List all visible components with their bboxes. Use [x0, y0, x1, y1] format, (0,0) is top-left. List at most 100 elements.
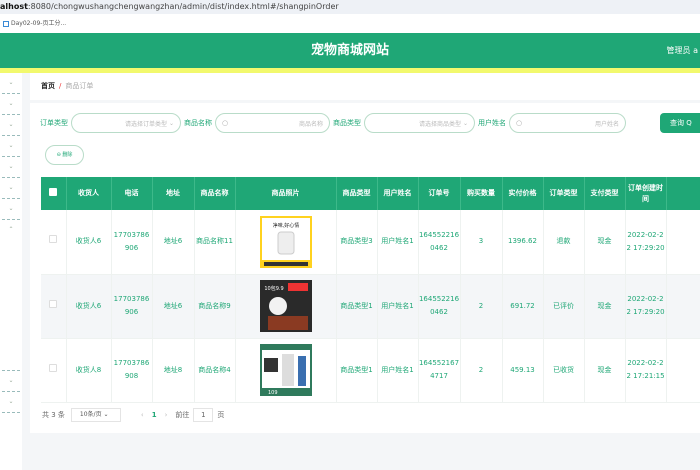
cell-created: 2022-02-22 17:29:20	[625, 210, 667, 275]
chevron-down-icon[interactable]: ⌄	[0, 392, 22, 412]
chevron-down-icon[interactable]: ⌄	[0, 136, 22, 156]
bookmarks-bar: Day02-09-页工分...	[0, 14, 700, 33]
chevron-down-icon[interactable]: ⌄	[0, 94, 22, 114]
chevron-down-icon: ⌄	[103, 411, 109, 418]
page-size-select[interactable]: 10条/页 ⌄	[70, 408, 121, 422]
cell-address: 地址8	[152, 338, 195, 403]
chevron-down-icon[interactable]: ⌄	[0, 178, 22, 198]
cell-phone: 17703786906	[111, 210, 153, 275]
app-header: 宠物商城网站 管理员 a	[0, 33, 700, 68]
table-row[interactable]: 收货人6 17703786906 地址6 商品名称9 10包9.9 商品类型1 用户姓名1 1…	[41, 274, 700, 339]
query-label: 查询	[670, 119, 684, 127]
row-checkbox-cell[interactable]	[41, 210, 67, 275]
goto-page-input[interactable]: 1	[193, 408, 214, 422]
product-name-placeholder: 商品名称	[298, 120, 323, 128]
table-header-row: 收货人 电话 地址 商品名称 商品照片 商品类型 用户姓名 订单号 购买数量 实…	[41, 177, 700, 210]
page-unit-label: 页	[217, 411, 225, 419]
cell-user-name: 用户姓名1	[377, 210, 419, 275]
column-header: 实付价格	[502, 177, 544, 210]
product-name-label: 商品名称	[184, 119, 212, 127]
total-count: 共 3 条	[42, 411, 65, 419]
chevron-down-icon: ⌄	[462, 119, 468, 127]
column-header: 地址	[152, 177, 195, 210]
cell-product-name: 商品名称9	[194, 274, 236, 339]
cell-address: 地址6	[152, 210, 195, 275]
prev-page-icon[interactable]: ‹	[141, 411, 144, 419]
address-bar[interactable]: alhost:8080/chongwushangchengwangzhan/ad…	[0, 0, 700, 14]
search-form: 订单类型 请选择订单类型 ⌄ 商品名称 ○ 商品名称 商品类型 请选择商品类型 ⌄…	[40, 113, 629, 133]
chevron-up-icon[interactable]: ⌃	[0, 220, 22, 240]
photo-caption: 109	[268, 390, 278, 396]
column-header-actions	[666, 177, 700, 210]
table-row[interactable]: 收货人6 17703786906 地址6 商品名称11 净味,好心情 商品类型3 用户姓名1…	[41, 210, 700, 275]
cell-pay-type: 现金	[584, 274, 626, 339]
column-header: 用户姓名	[377, 177, 419, 210]
delete-button[interactable]: ⊖ 删除	[45, 145, 84, 165]
order-type-placeholder: 请选择订单类型	[125, 120, 168, 128]
row-checkbox[interactable]	[49, 299, 58, 308]
cell-order-no: 1645522160462	[418, 210, 461, 275]
cell-price: 459.13	[502, 338, 544, 403]
search-icon: Q	[686, 119, 692, 127]
chevron-down-icon[interactable]: ⌄	[0, 115, 22, 135]
row-checkbox-cell[interactable]	[41, 338, 67, 403]
user-name-input[interactable]: ○ 用户姓名	[509, 113, 626, 133]
column-header: 商品类型	[336, 177, 378, 210]
column-header: 订单号	[418, 177, 461, 210]
delete-icon: ⊖	[56, 152, 61, 158]
breadcrumb: 首页 / 商品订单	[30, 73, 700, 100]
chevron-down-icon[interactable]: ⌄	[0, 199, 22, 219]
delete-label: 删除	[62, 152, 73, 158]
breadcrumb-current: 商品订单	[65, 82, 94, 90]
chevron-down-icon[interactable]: ⌄	[0, 73, 22, 93]
row-actions-cell	[666, 338, 700, 403]
cell-photo: 10包9.9	[235, 274, 337, 339]
product-name-input[interactable]: ○ 商品名称	[215, 113, 330, 133]
column-header: 商品照片	[235, 177, 337, 210]
user-menu[interactable]: 管理员 a	[667, 33, 700, 68]
page-number[interactable]: 1	[152, 411, 157, 419]
cell-price: 691.72	[502, 274, 544, 339]
cell-order-type: 已评价	[543, 274, 585, 339]
cell-product-name: 商品名称4	[194, 338, 236, 403]
cell-phone: 17703786906	[111, 274, 153, 339]
next-page-icon[interactable]: ›	[165, 411, 168, 419]
sidebar: ⌄ ⌄ ⌄ ⌄ ⌄ ⌄ ⌄ ⌃ ⌄ ⌄	[0, 73, 22, 470]
search-icon: ○	[516, 119, 523, 127]
cell-product-name: 商品名称11	[194, 210, 236, 275]
cell-order-type: 退款	[543, 210, 585, 275]
cell-created: 2022-02-22 17:29:20	[625, 274, 667, 339]
cell-pay-type: 现金	[584, 338, 626, 403]
cell-quantity: 3	[460, 210, 503, 275]
order-type-select[interactable]: 请选择订单类型 ⌄	[71, 113, 181, 133]
select-all-checkbox[interactable]	[41, 177, 67, 210]
table-row[interactable]: 收货人8 17703786908 地址8 商品名称4 109 商品类型1 用户姓名1 1645…	[41, 338, 700, 403]
cell-address: 地址6	[152, 274, 195, 339]
row-checkbox[interactable]	[49, 235, 58, 244]
bookmark-item[interactable]: Day02-09-页工分...	[3, 20, 66, 27]
cell-phone: 17703786908	[111, 338, 153, 403]
product-type-select[interactable]: 请选择商品类型 ⌄	[364, 113, 475, 133]
chevron-down-icon[interactable]: ⌄	[0, 157, 22, 177]
cell-receiver: 收货人6	[66, 210, 112, 275]
cell-created: 2022-02-22 17:21:15	[625, 338, 667, 403]
cell-product-type: 商品类型1	[336, 274, 378, 339]
cell-product-type: 商品类型1	[336, 338, 378, 403]
column-header: 订单创建时间	[625, 177, 667, 210]
bookmark-icon	[3, 20, 9, 27]
product-photo: 净味,好心情	[259, 215, 312, 268]
page-size-value: 10条/页	[79, 411, 102, 418]
chevron-down-icon[interactable]: ⌄	[0, 371, 22, 391]
column-header: 收货人	[66, 177, 112, 210]
site-title: 宠物商城网站	[310, 43, 389, 58]
product-photo: 109	[259, 344, 312, 396]
breadcrumb-home[interactable]: 首页	[41, 82, 55, 90]
checkbox[interactable]	[49, 187, 58, 196]
query-button[interactable]: 查询 Q	[660, 113, 700, 133]
breadcrumb-separator: /	[59, 82, 62, 90]
row-checkbox-cell[interactable]	[41, 274, 67, 339]
photo-caption: 10包9.9	[264, 285, 283, 292]
row-checkbox[interactable]	[49, 363, 58, 372]
cell-photo: 净味,好心情	[235, 210, 337, 275]
product-type-label: 商品类型	[333, 119, 361, 127]
